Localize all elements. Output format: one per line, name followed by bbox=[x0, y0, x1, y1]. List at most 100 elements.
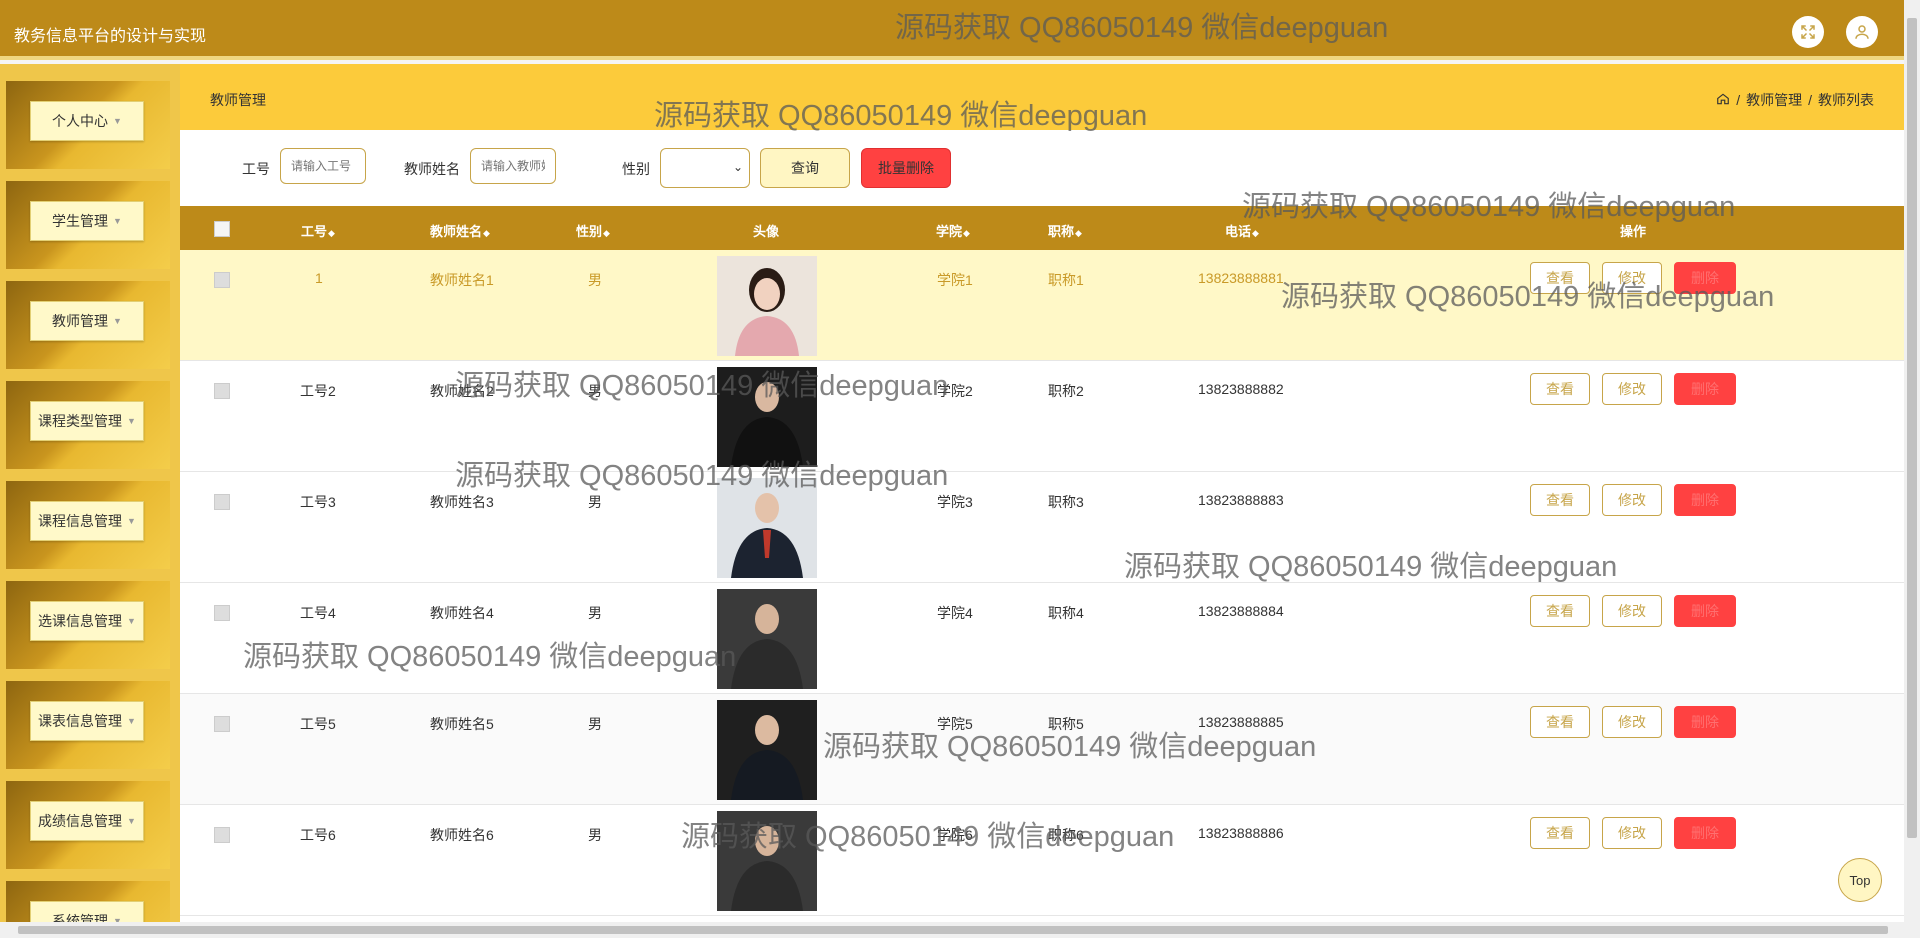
delete-button[interactable]: 删除 bbox=[1674, 706, 1736, 738]
horizontal-scrollbar[interactable] bbox=[0, 922, 1920, 938]
sidebar-item-student[interactable]: 学生管理 ▼ bbox=[30, 201, 144, 241]
cell-gonghao: 工号3 bbox=[300, 494, 336, 510]
select-all-checkbox[interactable] bbox=[214, 221, 230, 237]
sidebar-item-schedule[interactable]: 课表信息管理 ▼ bbox=[30, 701, 144, 741]
page-title: 教师管理 bbox=[210, 92, 266, 108]
col-title[interactable]: 职称◆ bbox=[1048, 221, 1082, 240]
col-phone[interactable]: 电话◆ bbox=[1225, 221, 1259, 240]
batch-delete-button[interactable]: 批量删除 bbox=[861, 148, 951, 188]
back-to-top-button[interactable]: Top bbox=[1838, 858, 1882, 902]
caret-down-icon: ▼ bbox=[127, 816, 136, 826]
breadcrumb-item: 教师列表 bbox=[1818, 92, 1874, 108]
sidebar-item-label: 课程信息管理 bbox=[38, 513, 123, 529]
cell-phone: 13823888883 bbox=[1198, 492, 1284, 508]
edit-button[interactable]: 修改 bbox=[1602, 262, 1662, 294]
cell-college: 学院6 bbox=[937, 827, 973, 843]
sidebar-item-course-info[interactable]: 课程信息管理 ▼ bbox=[30, 501, 144, 541]
sidebar-item-label: 学生管理 bbox=[52, 213, 109, 229]
avatar bbox=[717, 256, 817, 356]
cell-gonghao: 1 bbox=[315, 270, 323, 286]
row-checkbox[interactable] bbox=[214, 827, 230, 843]
gonghao-input[interactable] bbox=[280, 148, 366, 184]
sidebar-item-grades[interactable]: 成绩信息管理 ▼ bbox=[30, 801, 144, 841]
teacher-name-input[interactable] bbox=[470, 148, 556, 184]
col-gender[interactable]: 性别◆ bbox=[576, 221, 610, 240]
delete-button[interactable]: 删除 bbox=[1674, 373, 1736, 405]
user-icon[interactable] bbox=[1846, 16, 1878, 48]
view-button[interactable]: 查看 bbox=[1530, 373, 1590, 405]
delete-button[interactable]: 删除 bbox=[1674, 817, 1736, 849]
delete-button[interactable]: 删除 bbox=[1674, 262, 1736, 294]
sidebar-item-system[interactable]: 系统管理 ▼ bbox=[30, 901, 144, 922]
fullscreen-icon[interactable] bbox=[1792, 16, 1824, 48]
query-button[interactable]: 查询 bbox=[760, 148, 850, 188]
delete-button[interactable]: 删除 bbox=[1674, 595, 1736, 627]
col-gonghao[interactable]: 工号◆ bbox=[301, 221, 335, 240]
edit-button[interactable]: 修改 bbox=[1602, 484, 1662, 516]
edit-button[interactable]: 修改 bbox=[1602, 595, 1662, 627]
cell-gender: 男 bbox=[588, 827, 602, 843]
cell-name: 教师姓名1 bbox=[430, 272, 494, 288]
col-name[interactable]: 教师姓名◆ bbox=[430, 221, 490, 240]
edit-button[interactable]: 修改 bbox=[1602, 706, 1662, 738]
cell-name: 教师姓名4 bbox=[430, 605, 494, 621]
cell-college: 学院3 bbox=[937, 494, 973, 510]
row-checkbox[interactable] bbox=[214, 716, 230, 732]
avatar bbox=[717, 811, 817, 911]
cell-gonghao: 工号6 bbox=[300, 827, 336, 843]
cell-name: 教师姓名6 bbox=[430, 827, 494, 843]
col-label: 电话 bbox=[1225, 224, 1252, 239]
edit-button[interactable]: 修改 bbox=[1602, 373, 1662, 405]
home-icon[interactable] bbox=[1716, 92, 1730, 109]
caret-down-icon: ▼ bbox=[113, 216, 122, 226]
scrollbar-thumb[interactable] bbox=[18, 926, 1888, 934]
sidebar-item-selection[interactable]: 选课信息管理 ▼ bbox=[30, 601, 144, 641]
edit-button[interactable]: 修改 bbox=[1602, 817, 1662, 849]
sort-icon: ◆ bbox=[963, 228, 970, 238]
view-button[interactable]: 查看 bbox=[1530, 484, 1590, 516]
cell-college: 学院4 bbox=[937, 605, 973, 621]
cell-title: 职称3 bbox=[1048, 494, 1084, 510]
view-button[interactable]: 查看 bbox=[1530, 706, 1590, 738]
breadcrumb: / 教师管理 / 教师列表 bbox=[1716, 90, 1874, 110]
cell-name: 教师姓名5 bbox=[430, 716, 494, 732]
sidebar-item-label: 课表信息管理 bbox=[38, 713, 123, 729]
sidebar-item-personal[interactable]: 个人中心 ▼ bbox=[30, 101, 144, 141]
view-button[interactable]: 查看 bbox=[1530, 817, 1590, 849]
sidebar-item-label: 教师管理 bbox=[52, 313, 109, 329]
sort-icon: ◆ bbox=[483, 228, 490, 238]
view-button[interactable]: 查看 bbox=[1530, 595, 1590, 627]
sort-icon: ◆ bbox=[328, 228, 335, 238]
gender-select[interactable]: ⌄ bbox=[660, 148, 750, 188]
cell-phone: 13823888885 bbox=[1198, 714, 1284, 730]
col-college[interactable]: 学院◆ bbox=[936, 221, 970, 240]
view-button[interactable]: 查看 bbox=[1530, 262, 1590, 294]
scrollbar-thumb[interactable] bbox=[1907, 18, 1917, 838]
sidebar-item-teacher[interactable]: 教师管理 ▼ bbox=[30, 301, 144, 341]
col-label: 学院 bbox=[936, 224, 963, 239]
sidebar-item-label: 选课信息管理 bbox=[38, 613, 123, 629]
sidebar-item-course-type[interactable]: 课程类型管理 ▼ bbox=[30, 401, 144, 441]
row-checkbox[interactable] bbox=[214, 383, 230, 399]
col-ops: 操作 bbox=[1620, 224, 1647, 239]
sidebar-item-label: 系统管理 bbox=[52, 913, 109, 922]
cell-gender: 男 bbox=[588, 716, 602, 732]
cell-gonghao: 工号4 bbox=[300, 605, 336, 621]
top-header: 教务信息平台的设计与实现 bbox=[0, 0, 1904, 60]
sort-icon: ◆ bbox=[1252, 228, 1259, 238]
cell-gender: 男 bbox=[588, 383, 602, 399]
cell-college: 学院5 bbox=[937, 716, 973, 732]
cell-gender: 男 bbox=[588, 494, 602, 510]
row-checkbox[interactable] bbox=[214, 605, 230, 621]
breadcrumb-item[interactable]: 教师管理 bbox=[1746, 90, 1802, 110]
row-checkbox[interactable] bbox=[214, 272, 230, 288]
title-bar: 教师管理 / 教师管理 / 教师列表 bbox=[180, 64, 1904, 130]
cell-college: 学院2 bbox=[937, 383, 973, 399]
vertical-scrollbar[interactable] bbox=[1904, 0, 1920, 922]
table-row: 工号4 教师姓名4 男 学院4 职称4 13823888884 查看 修改 删除 bbox=[180, 583, 1904, 694]
cell-gender: 男 bbox=[588, 605, 602, 621]
delete-button[interactable]: 删除 bbox=[1674, 484, 1736, 516]
row-checkbox[interactable] bbox=[214, 494, 230, 510]
avatar bbox=[717, 367, 817, 467]
sidebar-item-label: 课程类型管理 bbox=[38, 413, 123, 429]
